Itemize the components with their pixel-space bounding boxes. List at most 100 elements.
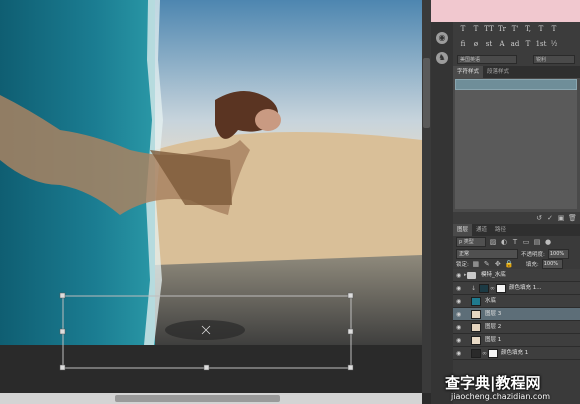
- layer-thumbnail: [471, 336, 481, 345]
- visibility-eye-icon[interactable]: ◉: [456, 272, 463, 279]
- visibility-eye-icon[interactable]: ◉: [456, 324, 463, 331]
- layer-name: 水底: [485, 298, 497, 304]
- antialias-select[interactable]: 锐利: [533, 55, 575, 64]
- fill-thumbnail: [479, 284, 489, 293]
- fill-label: 填充:: [525, 261, 539, 268]
- tab-paragraph-styles[interactable]: 段落样式: [483, 66, 513, 78]
- layer-row-selected[interactable]: ◉ 图层 3: [453, 308, 580, 321]
- visibility-eye-icon[interactable]: ◉: [456, 337, 463, 344]
- adjustment-filter-icon[interactable]: ◐: [500, 238, 508, 246]
- watermark-brand: 查字典|教程网: [445, 374, 541, 392]
- lock-label: 锁定:: [456, 261, 469, 268]
- layer-row-fill[interactable]: ◉ ∞ 颜色填充 1: [453, 347, 580, 360]
- layer-name: 图层 1: [485, 337, 502, 343]
- layer-row-fill[interactable]: ◉ ↓ ∞ 颜色填充 1...: [453, 282, 580, 295]
- layer-row-pixel[interactable]: ◉ 图层 2: [453, 321, 580, 334]
- lock-paint-icon[interactable]: ✎: [483, 260, 491, 268]
- layer-name: 图层 3: [485, 311, 502, 317]
- opentype-buttons: fi ø st A ad T 1st ½: [457, 40, 560, 49]
- stylistic-alt-button[interactable]: ad: [509, 40, 521, 49]
- scroll-thumb[interactable]: [115, 395, 280, 402]
- character-style-panel: 字符样式 段落样式 ↺ ✓ ▣ 🗑: [453, 66, 580, 224]
- pasteboard: [0, 345, 422, 393]
- lock-move-icon[interactable]: ✥: [494, 260, 502, 268]
- filter-toggle-icon[interactable]: ●: [544, 238, 552, 246]
- fill-thumbnail: [471, 349, 481, 358]
- layer-name: 颜色填充 1...: [509, 285, 542, 291]
- swash-button[interactable]: A: [496, 40, 508, 49]
- visibility-eye-icon[interactable]: ◉: [456, 285, 463, 292]
- layer-filter-row: p 类型 ▨ ◐ T ▭ ▤ ●: [453, 236, 580, 247]
- faux-italic-button[interactable]: T: [470, 25, 482, 34]
- small-caps-button[interactable]: Tr: [496, 25, 508, 34]
- type-filter-icon[interactable]: T: [511, 238, 519, 246]
- clear-override-icon[interactable]: ↺: [535, 214, 543, 222]
- trash-icon[interactable]: 🗑: [568, 214, 577, 222]
- watermark: 查字典|教程网 jiaocheng.chazidian.com: [445, 372, 580, 404]
- faux-bold-button[interactable]: T: [457, 25, 469, 34]
- layer-name: 颜色填充 1: [501, 350, 529, 356]
- layer-row-pixel[interactable]: ◉ 水底: [453, 295, 580, 308]
- link-chain-icon: ∞: [482, 350, 487, 357]
- type-style-buttons: T T TT Tr T' T, T T: [457, 25, 560, 34]
- redefine-style-icon[interactable]: ✓: [546, 214, 554, 222]
- fraction-button[interactable]: ½: [548, 40, 560, 49]
- tab-paths[interactable]: 路径: [491, 224, 510, 236]
- transform-box-lower: [59, 345, 354, 371]
- layer-row-group[interactable]: ◉ ▸ 模特_水底: [453, 269, 580, 282]
- visibility-eye-icon[interactable]: ◉: [456, 350, 463, 357]
- layer-list: ◉ ▸ 模特_水底 ◉ ↓ ∞ 颜色填充 1... ◉ 水底 ◉ 图层 3 ◉: [453, 269, 580, 360]
- lock-all-icon[interactable]: 🔒: [505, 260, 514, 268]
- blend-mode-select[interactable]: 正常: [456, 248, 518, 259]
- tab-layers[interactable]: 图层: [453, 224, 473, 236]
- all-caps-button[interactable]: TT: [483, 25, 495, 34]
- underline-button[interactable]: T: [535, 25, 547, 34]
- layer-thumbnail: [471, 310, 481, 319]
- panel-icon-strip: ◉ ♞: [431, 22, 454, 404]
- scroll-thumb[interactable]: [423, 58, 430, 128]
- style-panel-footer: ↺ ✓ ▣ 🗑: [453, 212, 580, 224]
- opacity-label: 不透明度:: [521, 251, 545, 258]
- ordinal-button[interactable]: 1st: [535, 40, 547, 49]
- character-panel-icon[interactable]: ◉: [436, 32, 448, 44]
- ligature-button[interactable]: fi: [457, 40, 469, 49]
- tab-channels[interactable]: 通道: [472, 224, 491, 236]
- layer-mask-thumbnail: [496, 284, 506, 293]
- tab-character-styles[interactable]: 字符样式: [453, 66, 484, 78]
- layer-mask-thumbnail: [488, 349, 498, 358]
- lock-transparency-icon[interactable]: ▦: [472, 260, 480, 268]
- smart-object-filter-icon[interactable]: ▤: [533, 238, 541, 246]
- canvas-artwork: [0, 0, 422, 345]
- vertical-scrollbar[interactable]: [422, 0, 431, 393]
- document-canvas[interactable]: [0, 0, 422, 345]
- image-filter-icon[interactable]: ▨: [489, 238, 497, 246]
- visibility-eye-icon[interactable]: ◉: [456, 298, 463, 305]
- layers-tabs: 图层 通道 路径: [453, 224, 580, 236]
- shape-filter-icon[interactable]: ▭: [522, 238, 530, 246]
- paragraph-panel-icon[interactable]: ♞: [436, 52, 448, 64]
- panel-header-bar: [431, 0, 580, 22]
- link-chain-icon: ∞: [490, 285, 495, 292]
- alt-ligature-button[interactable]: ø: [470, 40, 482, 49]
- subscript-button[interactable]: T,: [522, 25, 534, 34]
- fill-input[interactable]: 100%: [541, 258, 563, 269]
- filter-type-select[interactable]: p 类型: [456, 236, 486, 247]
- strikethrough-button[interactable]: T: [548, 25, 560, 34]
- superscript-button[interactable]: T': [509, 25, 521, 34]
- horizontal-scrollbar[interactable]: [0, 393, 422, 404]
- style-tabs: 字符样式 段落样式: [453, 66, 580, 78]
- language-select[interactable]: 美国英语: [457, 55, 517, 64]
- layer-name: 模特_水底: [481, 272, 506, 278]
- lock-row: 锁定: ▦ ✎ ✥ 🔒 填充: 100%: [453, 258, 580, 269]
- style-list-item[interactable]: [455, 79, 577, 90]
- new-style-icon[interactable]: ▣: [557, 214, 565, 222]
- clip-arrow-icon: ↓: [471, 285, 477, 292]
- opacity-input[interactable]: 100%: [547, 248, 569, 259]
- layer-thumbnail: [471, 323, 481, 332]
- layer-row-pixel[interactable]: ◉ 图层 1: [453, 334, 580, 347]
- folder-icon: [467, 272, 476, 279]
- titling-button[interactable]: T: [522, 40, 534, 49]
- style-list[interactable]: [455, 79, 577, 209]
- visibility-eye-icon[interactable]: ◉: [456, 311, 463, 318]
- stylistic-button[interactable]: st: [483, 40, 495, 49]
